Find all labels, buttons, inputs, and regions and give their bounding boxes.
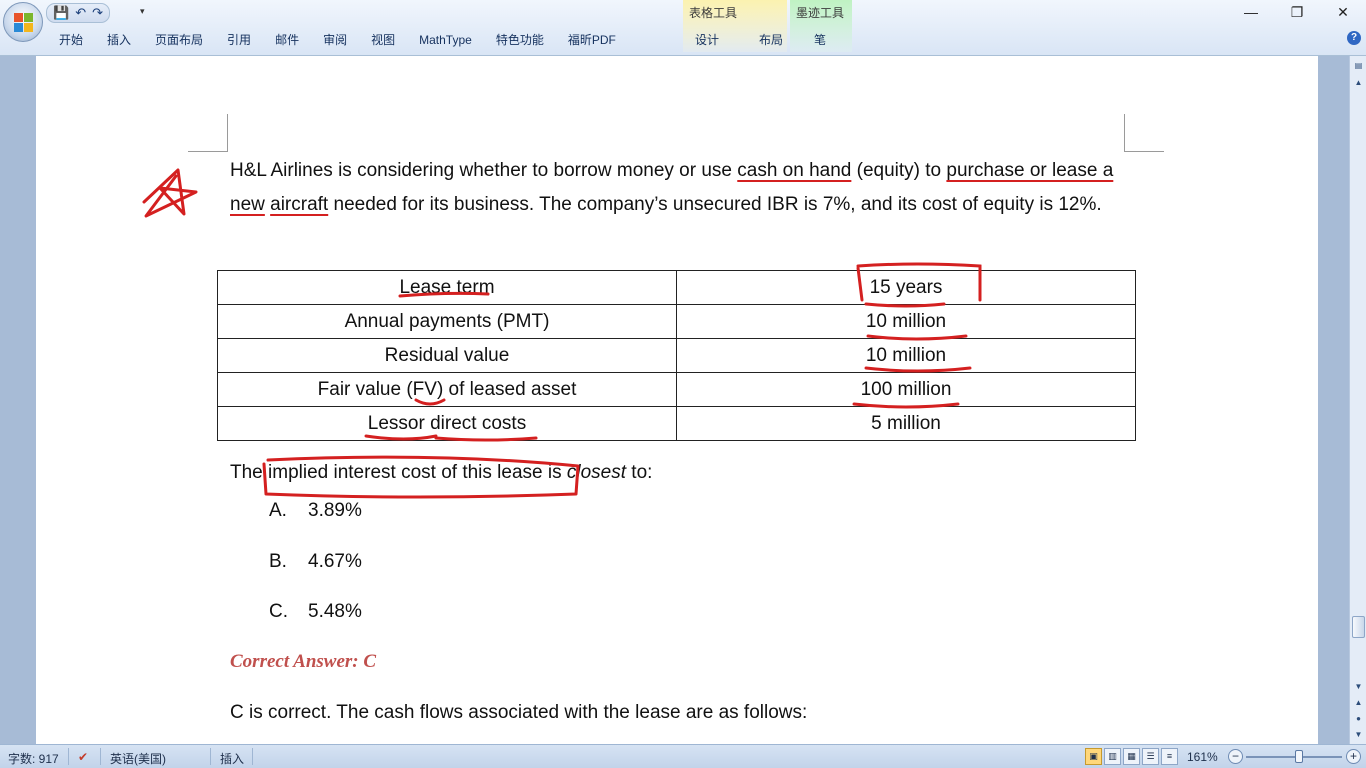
previous-page-icon[interactable]: ▲ <box>1351 696 1366 710</box>
maximize-button[interactable]: ❐ <box>1274 0 1320 24</box>
tab-references[interactable]: 引用 <box>215 31 263 49</box>
zoom-slider-track[interactable] <box>1246 756 1342 758</box>
ink-underline-fv-value[interactable] <box>852 402 960 409</box>
tab-mailings[interactable]: 邮件 <box>263 31 311 49</box>
tab-mathtype[interactable]: MathType <box>407 31 484 49</box>
status-divider <box>68 748 69 765</box>
office-button[interactable] <box>3 2 43 42</box>
document-page[interactable]: H&L Airlines is considering whether to b… <box>36 56 1318 744</box>
ruler-toggle-icon[interactable]: ▤ <box>1351 59 1366 73</box>
status-bar: 字数: 917 ✔ 英语(美国) 插入 ▣ ▥ ▦ ☰ ≡ 161% − + <box>0 744 1366 768</box>
window-controls: — ❐ ✕ <box>1228 0 1366 24</box>
ink-bracket-lease-term[interactable] <box>856 262 982 302</box>
status-divider <box>100 748 101 765</box>
minimize-button[interactable]: — <box>1228 0 1274 24</box>
outline-view-icon[interactable]: ☰ <box>1142 748 1159 765</box>
ink-underline-15-years[interactable] <box>864 302 946 308</box>
language-indicator[interactable]: 英语(美国) <box>110 750 166 767</box>
ink-tools-title: 墨迹工具 <box>796 6 845 20</box>
redo-icon[interactable]: ↷ <box>92 5 103 21</box>
table-tools-title: 表格工具 <box>689 6 738 20</box>
ink-circle-implied-interest[interactable] <box>262 455 580 499</box>
browse-object-icon[interactable]: ● <box>1351 712 1366 726</box>
customize-qat-icon[interactable]: ▾ <box>140 6 145 17</box>
next-page-icon[interactable]: ▼ <box>1351 728 1366 742</box>
save-icon[interactable]: 💾 <box>53 5 69 21</box>
scroll-down-icon[interactable]: ▼ <box>1351 680 1366 694</box>
tab-pen[interactable]: 笔 <box>802 31 838 49</box>
status-divider <box>210 748 211 765</box>
ink-star-icon[interactable] <box>142 168 198 218</box>
undo-icon[interactable]: ↶ <box>75 5 86 21</box>
view-buttons: ▣ ▥ ▦ ☰ ≡ <box>1085 748 1178 765</box>
ink-underline-lease-term[interactable] <box>398 291 490 298</box>
scroll-up-icon[interactable]: ▲ <box>1351 76 1366 90</box>
ink-underline-direct-costs[interactable] <box>364 434 538 442</box>
ink-underline-residual[interactable] <box>864 366 972 373</box>
insert-mode[interactable]: 插入 <box>220 750 244 767</box>
help-icon[interactable]: ? <box>1347 31 1361 45</box>
print-layout-icon[interactable]: ▣ <box>1085 748 1102 765</box>
tab-view[interactable]: 视图 <box>359 31 407 49</box>
tab-review[interactable]: 审阅 <box>311 31 359 49</box>
draft-view-icon[interactable]: ≡ <box>1161 748 1178 765</box>
word-count[interactable]: 字数: 917 <box>8 750 59 767</box>
ink-underline-pmt[interactable] <box>866 334 968 341</box>
ink-underline-fv-label[interactable] <box>414 398 446 406</box>
ink-tools-tabs: 笔 <box>802 31 838 49</box>
full-screen-reading-icon[interactable]: ▥ <box>1104 748 1121 765</box>
tab-layout[interactable]: 布局 <box>747 31 795 49</box>
document-area[interactable]: H&L Airlines is considering whether to b… <box>0 56 1349 744</box>
tab-design[interactable]: 设计 <box>683 31 731 49</box>
zoom-slider-handle[interactable] <box>1295 750 1303 763</box>
status-divider <box>252 748 253 765</box>
zoom-level[interactable]: 161% <box>1187 750 1218 764</box>
ink-annotations <box>142 168 982 499</box>
tab-home[interactable]: 开始 <box>47 31 95 49</box>
table-tools-tabs: 设计 布局 <box>683 31 795 49</box>
scroll-thumb[interactable] <box>1352 616 1365 638</box>
zoom-in-button[interactable]: + <box>1346 749 1361 764</box>
quick-access-toolbar: 💾 ↶ ↷ <box>46 3 110 23</box>
office-logo-icon <box>14 13 34 33</box>
tab-foxit-pdf[interactable]: 福昕PDF <box>556 31 628 49</box>
tab-insert[interactable]: 插入 <box>95 31 143 49</box>
ribbon-tabs: 开始 插入 页面布局 引用 邮件 审阅 视图 MathType 特色功能 福昕P… <box>47 31 628 49</box>
web-layout-icon[interactable]: ▦ <box>1123 748 1140 765</box>
vertical-scrollbar[interactable]: ▤ ▲ ▼ ▲ ● ▼ <box>1349 56 1366 744</box>
context-table-tools: 表格工具 设计 布局 <box>683 0 787 52</box>
ribbon: 💾 ↶ ↷ ▾ 开始 插入 页面布局 引用 邮件 审阅 视图 MathType … <box>0 0 1366 56</box>
proofing-icon[interactable]: ✔ <box>78 750 88 764</box>
context-ink-tools: 墨迹工具 笔 <box>790 0 852 52</box>
close-button[interactable]: ✕ <box>1320 0 1366 24</box>
tab-features[interactable]: 特色功能 <box>484 31 556 49</box>
tab-page-layout[interactable]: 页面布局 <box>143 31 215 49</box>
zoom-out-button[interactable]: − <box>1228 749 1243 764</box>
